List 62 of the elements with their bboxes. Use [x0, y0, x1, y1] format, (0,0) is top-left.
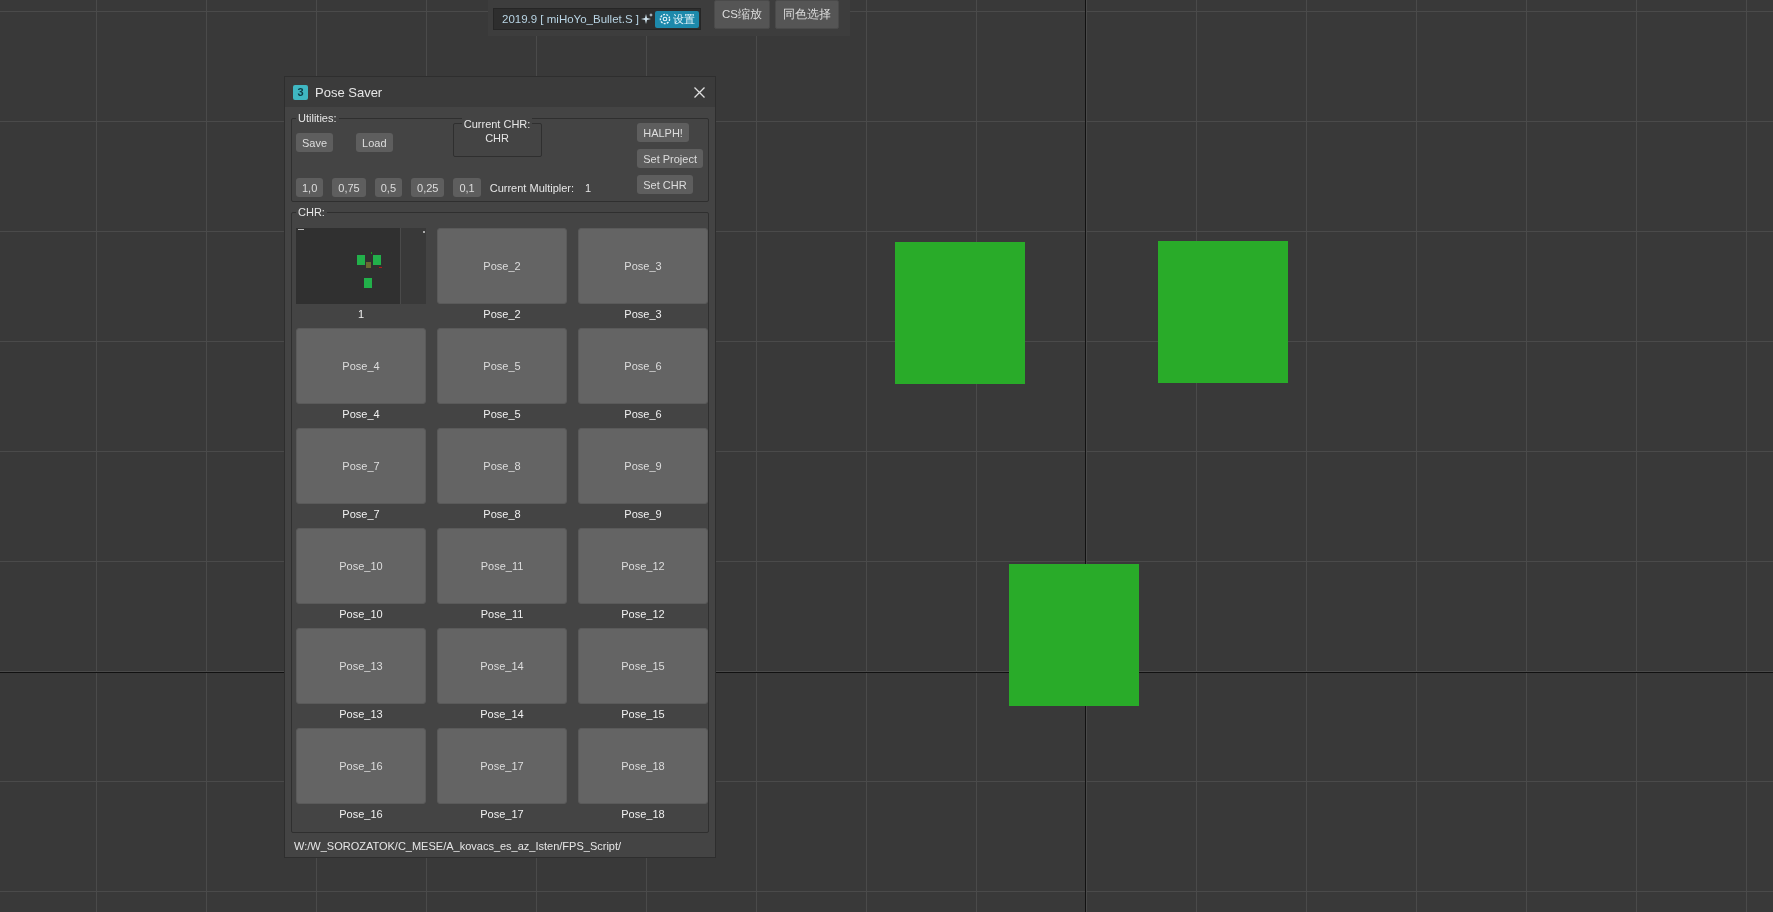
pose-button[interactable]: Pose_16: [296, 728, 426, 804]
pose-caption: Pose_3: [623, 308, 663, 320]
pose-caption: Pose_18: [620, 808, 666, 820]
multiplier-label: Current Multipler:: [489, 181, 575, 194]
save-button[interactable]: Save: [296, 133, 334, 152]
viewport[interactable]: [0, 0, 1773, 912]
current-chr-value: CHR: [485, 132, 509, 144]
pose-button[interactable]: Pose_11: [437, 528, 567, 604]
pose-caption: Pose_15: [620, 708, 666, 720]
version-label: 2019.9 [ miHoYo_Bullet.S ]: [502, 13, 640, 25]
pose-button[interactable]: Pose_12: [578, 528, 708, 604]
group-label: CHR:: [296, 206, 327, 218]
settings-button[interactable]: 设置: [655, 10, 700, 28]
pose-button[interactable]: Pose_13: [296, 628, 426, 704]
multiplier-button[interactable]: 0,1: [453, 178, 481, 197]
action-button[interactable]: Set Project: [637, 149, 703, 168]
pose-button[interactable]: Pose_10: [296, 528, 426, 604]
app-icon: 3: [293, 84, 308, 100]
pose-caption: Pose_13: [338, 708, 384, 720]
multiplier-button[interactable]: 0,75: [332, 178, 366, 197]
pose-caption: Pose_12: [620, 608, 666, 620]
pose-button[interactable]: Pose_6: [578, 328, 708, 404]
pose-button[interactable]: Pose_5: [437, 328, 567, 404]
toolbar-button[interactable]: 同色选择: [775, 0, 839, 29]
pose-button[interactable]: Pose_14: [437, 628, 567, 704]
pose-caption: Pose_9: [623, 508, 663, 520]
pose-caption: Pose_14: [479, 708, 525, 720]
pose-caption: Pose_17: [479, 808, 525, 820]
action-button[interactable]: HALPH!: [637, 123, 689, 142]
multiplier-button[interactable]: 0,25: [411, 178, 445, 197]
pose-button[interactable]: Pose_2: [437, 228, 567, 304]
multiplier-button[interactable]: 0,5: [374, 178, 402, 197]
current-chr-label: Current CHR:: [461, 118, 533, 130]
pose-caption: Pose_11: [479, 608, 525, 620]
pose-caption: Pose_7: [341, 508, 381, 520]
pose-button[interactable]: Pose_9: [578, 428, 708, 504]
pose-button[interactable]: Pose_8: [437, 428, 567, 504]
pose-button[interactable]: Pose_4: [296, 328, 426, 404]
action-button[interactable]: Set CHR: [637, 175, 693, 194]
window-title: Pose Saver: [315, 84, 383, 100]
gear-icon: [659, 13, 672, 25]
close-icon[interactable]: [694, 86, 705, 98]
pose-caption: Pose_5: [482, 408, 522, 420]
multiplier-button[interactable]: 1,0: [296, 178, 324, 197]
path-label: W:/W_SOROZATOK/C_MESE/A_kovacs_es_az_Isten/FPS_Script/: [294, 840, 623, 852]
group-label: Utilities:: [296, 112, 339, 124]
pose-button[interactable]: Pose_7: [296, 428, 426, 504]
pose-button[interactable]: Pose_18: [578, 728, 708, 804]
pose-button[interactable]: Pose_15: [578, 628, 708, 704]
pose-caption: Pose_2: [482, 308, 522, 320]
pose-caption: Pose_16: [338, 808, 384, 820]
load-button[interactable]: Load: [356, 133, 393, 152]
toolbar-button[interactable]: CS缩放: [714, 0, 770, 29]
pose-caption: Pose_10: [338, 608, 384, 620]
multiplier-value: 1: [585, 181, 592, 194]
sparkle-icon: [641, 13, 654, 25]
pose-button[interactable]: Pose_17: [437, 728, 567, 804]
pose-caption: 1: [356, 308, 366, 320]
pose-button[interactable]: Pose_3: [578, 228, 708, 304]
pose-caption: Pose_4: [341, 408, 381, 420]
pose-caption: Pose_6: [623, 408, 663, 420]
pose-caption: Pose_8: [482, 508, 522, 520]
